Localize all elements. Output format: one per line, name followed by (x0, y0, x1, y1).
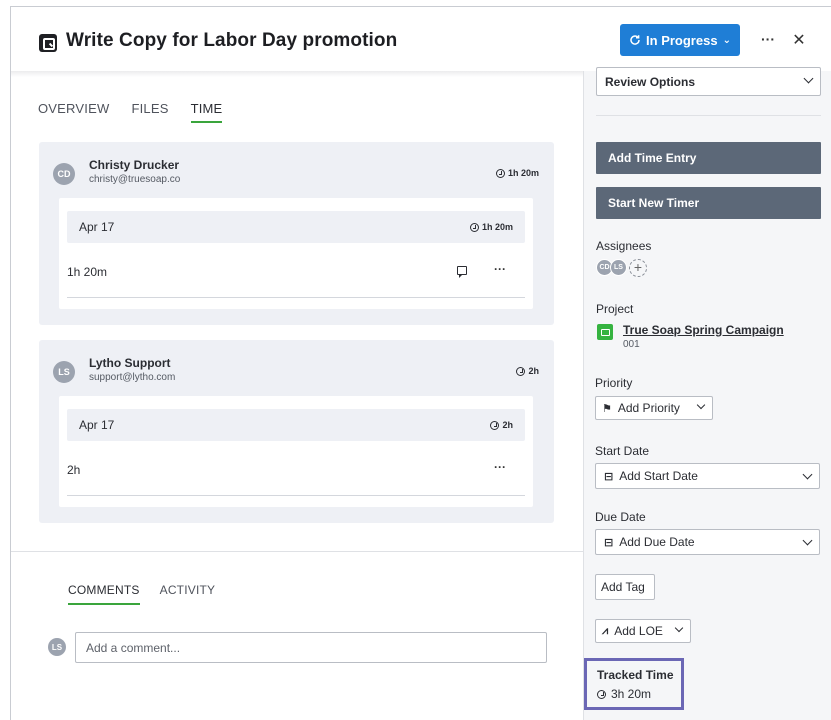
entry-duration: 2h (67, 463, 81, 477)
review-options-label: Review Options (605, 74, 696, 89)
priority-label: Priority (595, 376, 633, 390)
status-label: In Progress (646, 32, 718, 48)
clock-icon (597, 689, 606, 699)
add-tag-button[interactable]: Add Tag (595, 574, 655, 600)
user-email: christy@truesoap.co (89, 174, 181, 185)
clock-icon (516, 366, 526, 376)
time-entry-group: Apr 17 1h 20m 1h 20m ··· (59, 198, 533, 309)
project-number: 001 (623, 339, 640, 350)
clock-icon (469, 222, 479, 232)
tab-comments[interactable]: COMMENTS (68, 583, 140, 605)
task-modal: Write Copy for Labor Day promotion In Pr… (10, 6, 831, 720)
task-title: Write Copy for Labor Day promotion (66, 30, 398, 51)
close-button[interactable]: ✕ (790, 30, 808, 49)
entry-duration: 1h 20m (67, 265, 108, 279)
avatar[interactable]: LS (610, 259, 627, 276)
avatar: LS (53, 361, 75, 383)
user-total-time: 2h (516, 366, 539, 376)
divider (596, 115, 821, 116)
calendar-icon: ⊟ (604, 470, 614, 483)
add-priority-label: Add Priority (617, 401, 680, 415)
calendar-icon: ⊟ (604, 536, 614, 549)
divider (67, 297, 525, 298)
task-icon (39, 34, 57, 52)
user-email: support@lytho.com (89, 372, 176, 383)
clock-icon (490, 420, 500, 430)
tab-files[interactable]: FILES (131, 101, 168, 123)
chevron-down-icon (803, 73, 814, 84)
date-total-time: 2h (490, 420, 513, 430)
tab-activity[interactable]: ACTIVITY (160, 583, 216, 605)
tracked-time-highlight: Tracked Time 3h 20m (584, 658, 684, 710)
section-divider (11, 551, 583, 552)
add-priority-button[interactable]: ⚑ Add Priority (595, 396, 713, 420)
tracked-time-value: 3h 20m (597, 687, 651, 701)
comment-input[interactable] (75, 632, 547, 663)
tab-overview[interactable]: OVERVIEW (38, 101, 109, 123)
project-link[interactable]: True Soap Spring Campaign (623, 323, 784, 337)
project-label: Project (596, 302, 634, 316)
time-entry-group: Apr 17 2h 2h ··· (59, 396, 533, 507)
add-time-entry-button[interactable]: Add Time Entry (596, 142, 821, 174)
status-dropdown-button[interactable]: In Progress ⌄ (620, 24, 740, 56)
chevron-down-icon (802, 469, 813, 480)
modal-header: Write Copy for Labor Day promotion In Pr… (11, 7, 831, 71)
chevron-down-icon (802, 535, 813, 546)
start-date-value: Add Start Date (619, 469, 698, 483)
divider (67, 495, 525, 496)
due-date-select[interactable]: ⊟ Add Due Date (595, 529, 820, 555)
tracked-time-label: Tracked Time (597, 668, 674, 682)
user-total-time: 1h 20m (495, 168, 539, 178)
more-options-button[interactable]: ··· (759, 31, 777, 47)
review-options-select[interactable]: Review Options (596, 67, 821, 96)
start-date-select[interactable]: ⊟ Add Start Date (595, 463, 820, 489)
date-row: Apr 17 2h (67, 409, 525, 441)
detail-tabs: OVERVIEW FILES TIME (38, 101, 244, 123)
comment-tabs: COMMENTS ACTIVITY (68, 583, 235, 605)
user-name: Lytho Support (89, 356, 171, 370)
refresh-icon (630, 35, 640, 45)
start-date-label: Start Date (595, 444, 650, 458)
folder-icon (597, 324, 613, 340)
avatar: LS (48, 638, 66, 656)
start-new-timer-button[interactable]: Start New Timer (596, 187, 821, 219)
entry-date: Apr 17 (79, 418, 115, 432)
date-total-time: 1h 20m (469, 222, 513, 232)
time-entry-card: CD Christy Drucker christy@truesoap.co 1… (39, 142, 554, 325)
due-date-label: Due Date (595, 510, 646, 524)
flag-icon: ⚑ (602, 402, 612, 415)
due-date-value: Add Due Date (619, 535, 695, 549)
comment-icon[interactable] (457, 266, 467, 278)
add-loe-label: Add LOE (614, 624, 663, 638)
chevron-down-icon: ⌄ (722, 34, 731, 46)
assignees-label: Assignees (596, 239, 652, 253)
tab-time[interactable]: TIME (190, 101, 223, 123)
date-row: Apr 17 1h 20m (67, 211, 525, 243)
add-loe-button[interactable]: ⩘ Add LOE (595, 619, 691, 643)
user-name: Christy Drucker (89, 158, 180, 172)
clock-icon (495, 168, 505, 178)
chevron-down-icon (674, 623, 684, 633)
chevron-down-icon (696, 400, 706, 410)
add-assignee-button[interactable]: + (629, 259, 647, 277)
header-shadow (11, 71, 583, 77)
time-entry-card: LS Lytho Support support@lytho.com 2h Ap… (39, 340, 554, 523)
entry-more-button[interactable]: ··· (494, 262, 506, 276)
loe-icon: ⩘ (602, 624, 609, 637)
entry-more-button[interactable]: ··· (494, 460, 506, 474)
entry-date: Apr 17 (79, 220, 115, 234)
avatar: CD (53, 163, 75, 185)
